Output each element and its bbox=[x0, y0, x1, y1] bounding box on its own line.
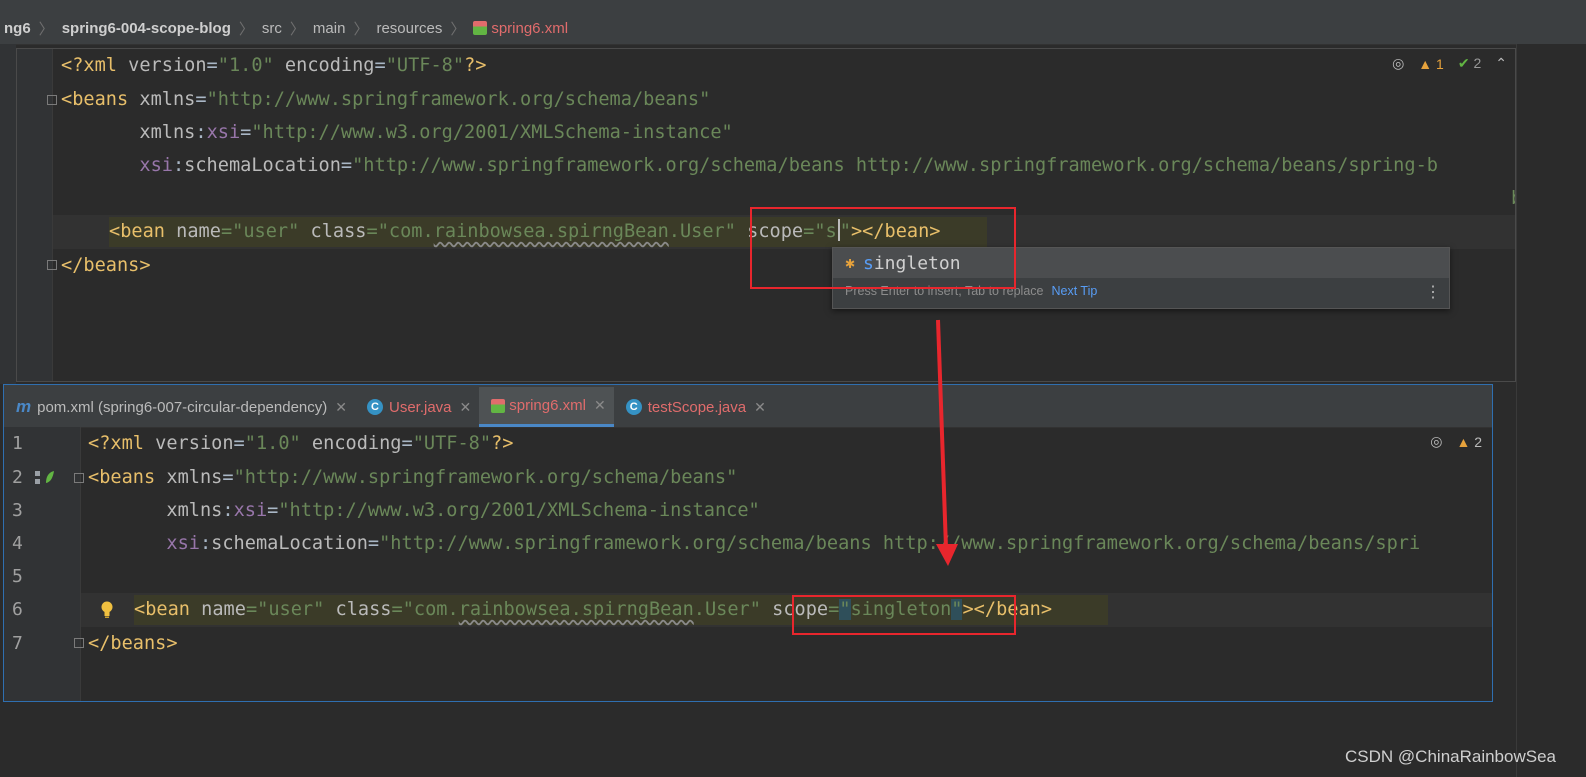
annotation-arrow bbox=[936, 319, 958, 566]
watermark: CSDN @ChinaRainbowSea bbox=[1345, 747, 1556, 766]
